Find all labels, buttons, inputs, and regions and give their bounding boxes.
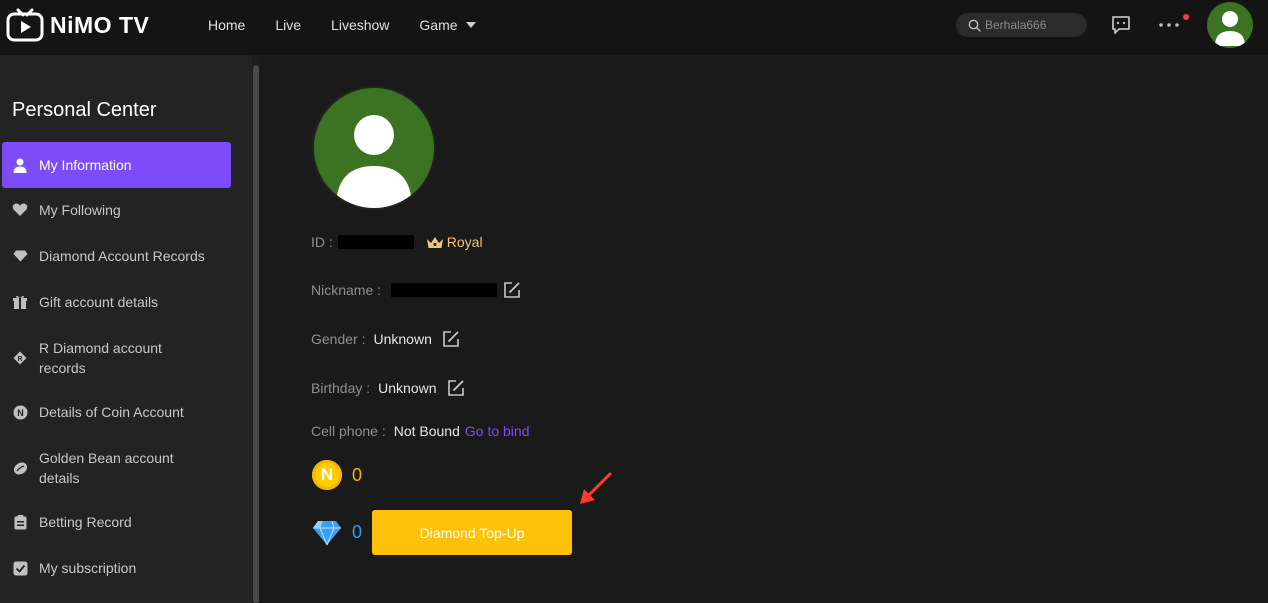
- sidebar-title: Personal Center: [12, 99, 157, 121]
- phone-row: Cell phone : Not Bound Go to bind: [311, 423, 530, 439]
- sidebar-item-label: My Information: [39, 157, 132, 173]
- redacted-nickname: [391, 283, 498, 297]
- edit-icon: [447, 380, 464, 396]
- check-badge-icon: [12, 560, 28, 576]
- user-icon: [12, 157, 28, 173]
- birthday-label: Birthday :: [311, 380, 371, 396]
- scrollbar-thumb[interactable]: [253, 65, 259, 603]
- sidebar-item-label: Betting Record: [39, 514, 132, 530]
- edit-nickname-button[interactable]: [503, 281, 521, 299]
- phone-label: Cell phone :: [311, 423, 386, 439]
- search-input[interactable]: [985, 18, 1075, 32]
- profile-panel: ID : Royal Nickname : Gender : Unknown B…: [260, 55, 1268, 603]
- message-button[interactable]: [1110, 14, 1132, 41]
- sidebar-item-my-information[interactable]: My Information: [2, 142, 231, 188]
- bean-icon: [12, 460, 28, 476]
- diamond-count: 0: [352, 522, 363, 542]
- svg-text:R: R: [17, 356, 22, 363]
- id-label: ID :: [311, 234, 333, 250]
- crown-icon: [426, 236, 443, 248]
- edit-birthday-button[interactable]: [447, 379, 465, 397]
- n-coin-icon: N: [312, 460, 342, 490]
- sidebar-item-label: Diamond Account Records: [39, 248, 205, 264]
- user-avatar[interactable]: [1207, 2, 1253, 48]
- royal-label: Royal: [446, 234, 483, 250]
- notification-dot: [1183, 14, 1189, 20]
- sidebar-item-details-of-coin-account[interactable]: N Details of Coin Account: [2, 402, 231, 422]
- edit-icon: [443, 331, 459, 347]
- id-row: ID : Royal: [311, 234, 483, 250]
- gender-label: Gender :: [311, 331, 366, 347]
- coin-icon: N: [12, 404, 28, 420]
- chat-icon: [1112, 16, 1130, 34]
- nav-liveshow[interactable]: Liveshow: [331, 17, 389, 33]
- logo-text: NiMO TV: [50, 11, 150, 38]
- redacted-id: [337, 235, 414, 249]
- sidebar-item-label: My Following: [39, 202, 121, 218]
- nav-game[interactable]: Game: [419, 17, 476, 33]
- logo[interactable]: NiMO TV: [6, 8, 149, 42]
- sidebar-item-golden-bean-account-details[interactable]: Golden Bean account details: [2, 448, 231, 488]
- royal-badge: Royal: [426, 234, 483, 250]
- sidebar-item-label: Details of Coin Account: [39, 404, 184, 420]
- go-to-bind-link[interactable]: Go to bind: [465, 423, 530, 439]
- top-bar: NiMO TV Home Live Liveshow Game: [0, 0, 1268, 55]
- sidebar-item-gift-account-details[interactable]: Gift account details: [2, 292, 231, 312]
- gender-value: Unknown: [373, 331, 432, 347]
- sidebar-scrollbar[interactable]: [252, 55, 260, 603]
- nav-live-label: Live: [275, 17, 302, 33]
- coin-count: 0: [352, 464, 363, 485]
- nav-game-label: Game: [419, 17, 458, 33]
- sidebar-item-label: R Diamond account records: [39, 340, 162, 376]
- svg-text:N: N: [17, 408, 24, 418]
- nav-home[interactable]: Home: [208, 17, 245, 33]
- search-box[interactable]: [956, 13, 1087, 37]
- sidebar-item-my-subscription[interactable]: My subscription: [2, 558, 231, 578]
- phone-value: Not Bound: [393, 423, 460, 439]
- nav-home-label: Home: [208, 17, 246, 33]
- sidebar-item-label: Gift account details: [39, 294, 159, 310]
- gender-row: Gender : Unknown: [311, 330, 460, 348]
- sidebar-item-betting-record[interactable]: Betting Record: [2, 512, 231, 532]
- nickname-row: Nickname :: [311, 281, 521, 299]
- diamond-icon: [12, 248, 28, 264]
- heart-icon: [12, 202, 28, 218]
- red-arrow-annotation: [580, 472, 612, 504]
- sidebar-item-label: My subscription: [39, 560, 137, 576]
- more-dots-icon: [1159, 23, 1179, 27]
- sidebar-item-r-diamond-account-records[interactable]: R R Diamond account records: [2, 338, 231, 378]
- sidebar-item-my-following[interactable]: My Following: [2, 200, 231, 220]
- nav-liveshow-label: Liveshow: [331, 17, 390, 33]
- edit-icon: [504, 282, 520, 298]
- sidebar-item-label: Golden Bean account details: [39, 450, 174, 486]
- diamond-icon: [313, 520, 341, 545]
- search-icon: [968, 19, 981, 32]
- r-diamond-icon: R: [12, 350, 28, 366]
- user-silhouette-icon: [1215, 11, 1245, 46]
- user-silhouette-icon: [336, 115, 412, 208]
- main-nav: Home Live Liveshow Game: [208, 0, 506, 50]
- more-button[interactable]: [1158, 15, 1180, 40]
- chevron-down-icon: [465, 22, 476, 28]
- nickname-label: Nickname :: [311, 282, 382, 298]
- nav-live[interactable]: Live: [275, 17, 301, 33]
- gift-icon: [12, 294, 28, 310]
- coin-balance: N 0: [312, 460, 362, 490]
- diamond-top-up-button[interactable]: Diamond Top-Up: [372, 510, 572, 555]
- diamond-balance: 0: [312, 510, 362, 555]
- birthday-row: Birthday : Unknown: [311, 379, 465, 397]
- logo-tv-icon: [6, 8, 44, 42]
- profile-avatar[interactable]: [312, 86, 436, 210]
- sidebar: Personal Center My Information My Follow…: [0, 55, 252, 603]
- sidebar-item-diamond-account-records[interactable]: Diamond Account Records: [2, 246, 231, 266]
- birthday-value: Unknown: [378, 380, 437, 396]
- clipboard-icon: [12, 514, 28, 530]
- edit-gender-button[interactable]: [442, 330, 460, 348]
